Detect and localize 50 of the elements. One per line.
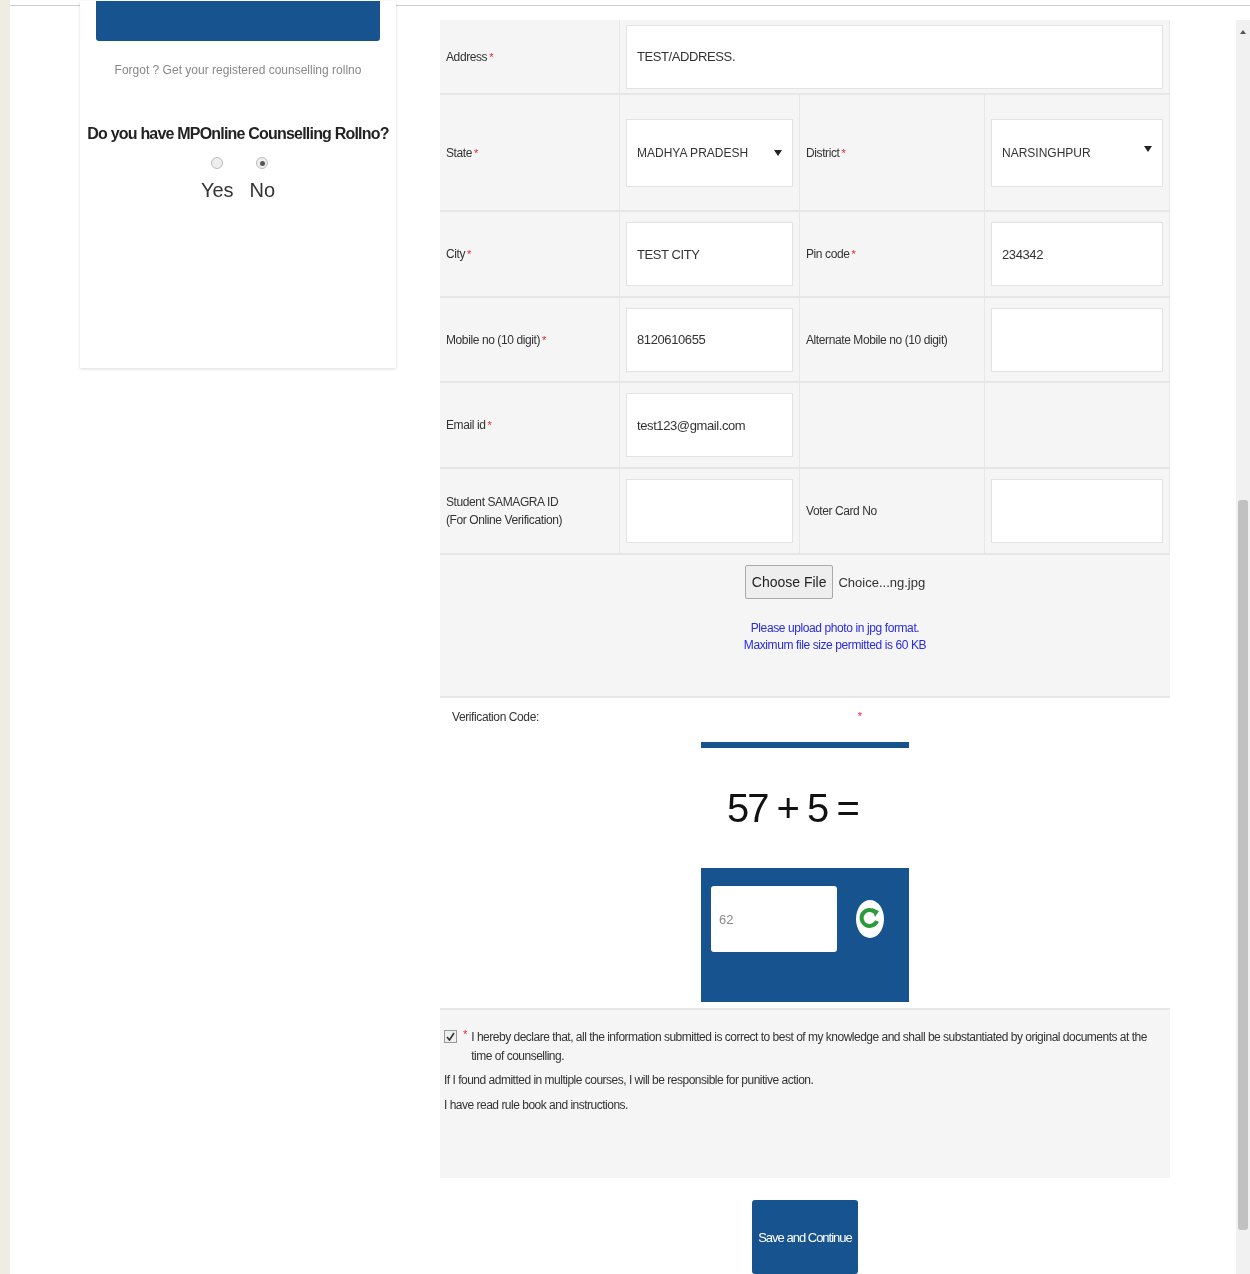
declaration-text: If I found admitted in multiple courses, I will be responsible for punitive action. bbox=[444, 1072, 815, 1090]
field-label: Address bbox=[446, 49, 488, 64]
input-field[interactable] bbox=[991, 479, 1163, 543]
captcha-input[interactable]: 62 bbox=[711, 886, 837, 952]
input-field[interactable]: TEST CITY bbox=[626, 222, 793, 286]
required-mark: * bbox=[474, 146, 479, 159]
caret-icon bbox=[1144, 145, 1152, 152]
input-field[interactable]: TEST/ADDRESS. bbox=[626, 24, 1163, 89]
radio-option[interactable]: Yes bbox=[200, 157, 234, 202]
field-label: Voter Card No bbox=[806, 504, 877, 518]
field-label: Mobile no (10 digit) bbox=[446, 332, 541, 347]
input-field[interactable] bbox=[991, 307, 1163, 372]
captcha-question: 57 + 5 = bbox=[727, 785, 858, 831]
input-field[interactable] bbox=[626, 479, 793, 543]
input-field[interactable]: 8120610655 bbox=[626, 307, 793, 372]
upload-hint: Maximum file size permitted is 60 KB bbox=[743, 638, 927, 652]
declaration-checkbox[interactable] bbox=[444, 1030, 457, 1043]
field-label: Verification Code: bbox=[452, 710, 539, 724]
save-continue-button[interactable]: Save and Continue bbox=[752, 1200, 858, 1274]
declaration-text: I have read rule book and instructions. bbox=[444, 1096, 629, 1114]
radio-option[interactable]: No bbox=[249, 157, 276, 202]
input-field[interactable]: test123@gmail.com bbox=[626, 393, 793, 457]
scrollbar[interactable] bbox=[1236, 20, 1250, 1274]
required-mark: * bbox=[463, 1028, 468, 1040]
field-label: Student SAMAGRA ID bbox=[446, 495, 560, 509]
choose-file-button[interactable]: Choose File bbox=[744, 565, 834, 599]
select-field[interactable]: NARSINGHPUR bbox=[991, 118, 1163, 187]
required-mark: * bbox=[841, 146, 846, 159]
question-heading: Do you have MPOnline Counselling Rollno? bbox=[87, 125, 389, 143]
field-label: Pin code bbox=[806, 247, 850, 261]
upload-hint: Please upload photo in jpg format. bbox=[750, 621, 920, 635]
caret-icon bbox=[774, 149, 782, 156]
forgot-link[interactable]: Forgot ? Get your registered counselling rollno bbox=[114, 63, 362, 77]
file-name: Choice...ng.jpg bbox=[838, 574, 926, 590]
declaration-text: I hereby declare that, all the information submitted is correct to best of my knowledge and shall be substantiated by original documents at the time of counselling. bbox=[471, 1029, 1148, 1065]
required-mark: * bbox=[489, 50, 494, 63]
input-field[interactable]: 234342 bbox=[991, 222, 1163, 286]
field-label: City bbox=[446, 247, 466, 261]
select-field[interactable]: MADHYA PRADESH bbox=[626, 118, 793, 187]
refresh-icon[interactable] bbox=[855, 899, 885, 939]
field-label: Alternate Mobile no (10 digit) bbox=[806, 332, 948, 347]
field-label: Email id bbox=[446, 418, 486, 432]
field-label: District bbox=[806, 145, 840, 160]
field-label: State bbox=[446, 145, 473, 160]
required-mark: * bbox=[857, 710, 862, 724]
required-mark: * bbox=[487, 419, 492, 431]
required-mark: * bbox=[542, 333, 547, 346]
required-mark: * bbox=[851, 248, 856, 260]
field-label: (For Online Verification) bbox=[446, 513, 563, 527]
required-mark: * bbox=[467, 248, 472, 260]
